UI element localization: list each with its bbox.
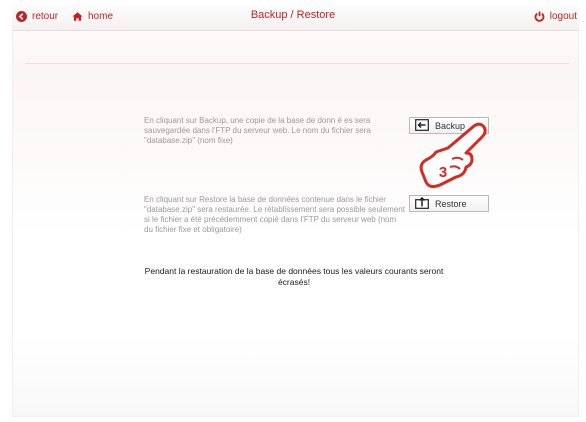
page-title: Backup / Restore (250, 9, 336, 21)
restore-description: En cliquant sur Restore la base de donné… (144, 195, 405, 234)
power-icon (534, 11, 545, 22)
step-number: 3 (439, 164, 447, 181)
restore-warning: Pendant la restauration de la base de do… (144, 266, 444, 287)
header-divider (25, 63, 569, 64)
logout-label: logout (549, 11, 577, 22)
backup-description: En cliquant sur Backup, une copie de la … (144, 116, 371, 145)
logout-link[interactable]: logout (534, 11, 577, 22)
pointing-hand-icon: 3 (419, 122, 487, 189)
